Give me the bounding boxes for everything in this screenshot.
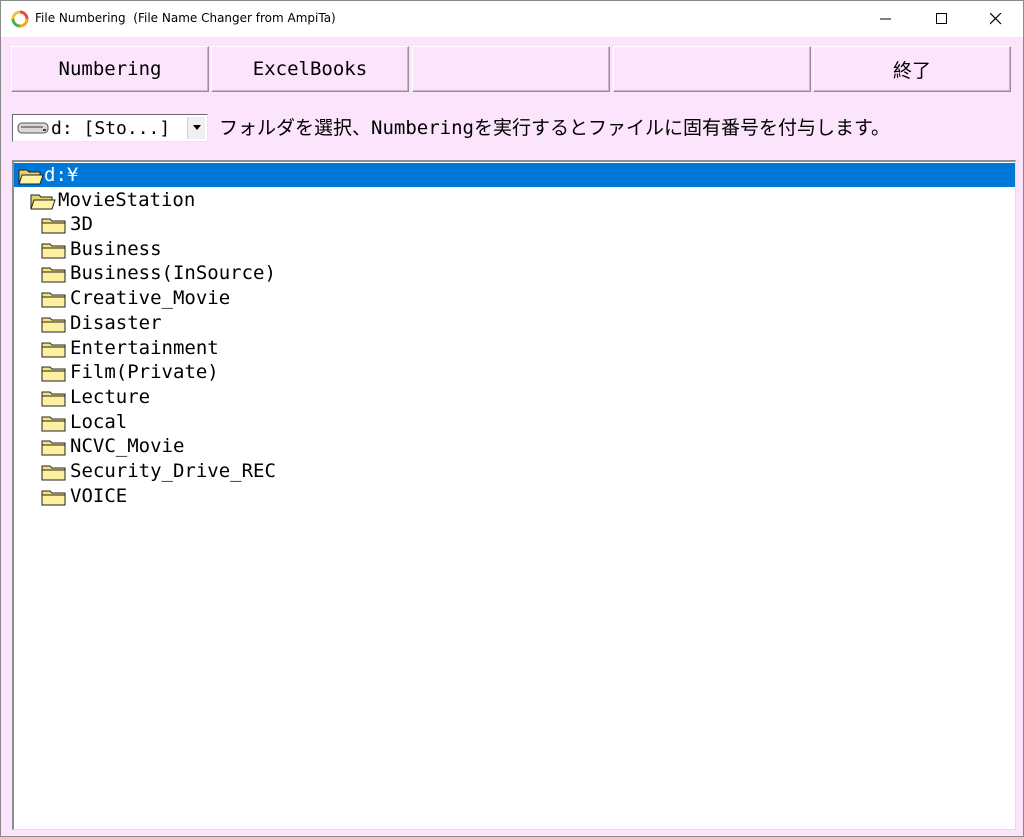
folder-icon	[41, 391, 66, 407]
folder-tree[interactable]: d:¥ MovieStation 3D Business Business(InSo…	[12, 160, 1016, 830]
minimize-icon	[880, 18, 891, 20]
folder-icon	[41, 342, 66, 357]
open-folder-icon	[30, 194, 56, 210]
tree-item-label: Business	[70, 237, 162, 260]
folder-icon	[41, 440, 66, 456]
drive-select[interactable]: d: [Sto...]	[12, 114, 208, 142]
tree-item-label: MovieStation	[58, 189, 196, 211]
tree-item-label: Lecture	[70, 385, 151, 408]
instruction-text: フォルダを選択、Numberingを実行するとファイルに固有番号を付与します。	[219, 117, 891, 139]
close-button[interactable]	[973, 1, 1019, 37]
chevron-down-icon	[193, 125, 201, 130]
folder-icon	[41, 416, 66, 432]
tree-item-label: Business(InSource)	[70, 262, 276, 285]
hard-drive-icon	[17, 122, 49, 134]
tree-item-label: NCVC_Movie	[70, 435, 185, 458]
title-bar[interactable]: File Numbering (File Name Changer from A…	[1, 1, 1023, 37]
open-folder-icon	[18, 169, 44, 185]
tree-item-root[interactable]: d:¥	[14, 163, 1015, 187]
tree-item-moviestation[interactable]: MovieStation	[14, 188, 195, 212]
tree-item-label: Creative_Movie	[70, 287, 231, 310]
tree-item-label: 3D	[70, 213, 93, 235]
tree-item-label: Film(Private)	[70, 361, 219, 384]
ampita-logo-icon	[11, 10, 29, 28]
app-window: File Numbering (File Name Changer from A…	[0, 0, 1024, 837]
tree-item-label: d:¥	[44, 164, 79, 186]
numbering-button[interactable]: Numbering	[11, 46, 209, 92]
folder-icon	[41, 243, 66, 259]
folder-icon	[41, 317, 66, 333]
minimize-button[interactable]	[863, 1, 909, 37]
tree-item-label: Local	[70, 410, 128, 433]
excelbooks-button[interactable]: ExcelBooks	[211, 46, 409, 92]
maximize-button[interactable]	[919, 1, 965, 37]
folder-icon	[41, 218, 66, 234]
maximize-icon	[936, 13, 947, 24]
tree-item-label: Entertainment	[70, 336, 219, 359]
blank-button-2[interactable]	[613, 46, 811, 92]
folder-icon	[41, 292, 66, 308]
folder-icon	[41, 465, 66, 481]
folder-icon	[41, 490, 66, 506]
exit-button[interactable]: 終了	[813, 46, 1011, 92]
blank-button-1[interactable]	[412, 46, 610, 92]
drive-dropdown-button[interactable]	[187, 117, 205, 139]
tree-item-label: Disaster	[70, 311, 162, 334]
drive-select-value: d: [Sto...]	[51, 118, 171, 139]
folder-icon	[41, 267, 66, 283]
tree-item-label: VOICE	[70, 484, 128, 507]
toolbar: Numbering ExcelBooks 終了	[11, 46, 1015, 94]
tree-item-label: Security_Drive_REC	[70, 460, 276, 482]
close-icon	[990, 13, 1002, 25]
window-title: File Numbering (File Name Changer from A…	[35, 11, 336, 25]
folder-icon	[41, 366, 66, 382]
